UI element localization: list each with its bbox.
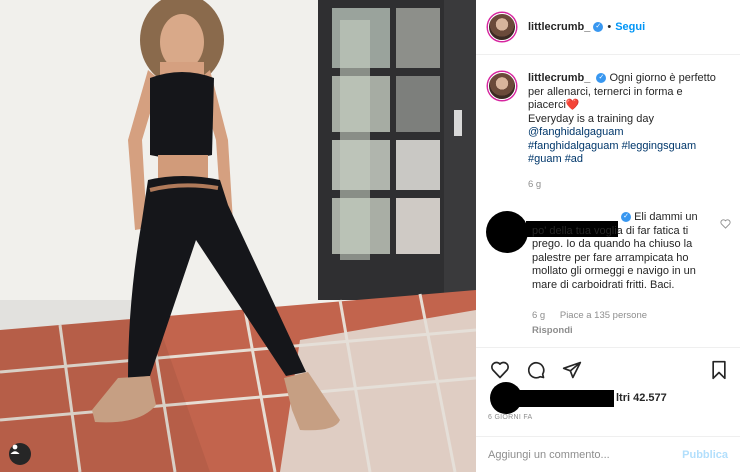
comment-likes[interactable]: Piace a 135 persone <box>560 310 647 321</box>
verified-badge-icon: ✓ <box>596 73 607 84</box>
comments-section: littlecrumb_ ✓ Ogni giorno è perfetto pe… <box>476 56 740 347</box>
reply-button[interactable]: Rispondi <box>532 323 647 338</box>
user-icon <box>10 444 20 454</box>
post-sidebar: littlecrumb_ ✓ • Segui littlecrumb_ ✓ Og… <box>476 0 740 472</box>
caption-time: 6 g <box>528 178 542 190</box>
caption-mention[interactable]: @fanghidalgaguam <box>528 126 624 138</box>
share-icon[interactable] <box>562 360 582 380</box>
redacted-avatar <box>486 211 528 253</box>
comment-meta: 6 g Piace a 135 persone Rispondi <box>532 308 659 338</box>
comment-item: ✓ Eli dammi un po' della tua voglia di f… <box>486 211 731 347</box>
comment-text-wrapper: ✓ Eli dammi un po' della tua voglia di f… <box>532 211 714 292</box>
comment-input[interactable] <box>488 448 683 461</box>
comment-like-heart-icon[interactable] <box>720 219 731 229</box>
post-header: littlecrumb_ ✓ • Segui <box>476 0 740 55</box>
comment-icon[interactable] <box>526 360 546 380</box>
comment-text: Eli dammi un po' della tua voglia di far… <box>532 211 698 291</box>
save-bookmark-icon[interactable] <box>710 360 728 380</box>
caption-username[interactable]: littlecrumb_ <box>528 72 590 84</box>
comment-time: 6 g <box>532 310 546 321</box>
follow-button[interactable]: Segui <box>615 21 645 33</box>
redacted-liker-name <box>506 390 614 407</box>
post-image <box>0 0 476 472</box>
heart-emoji: ❤️ <box>565 99 580 111</box>
publish-button[interactable]: Pubblica <box>682 449 728 461</box>
caption: littlecrumb_ ✓ Ogni giorno è perfetto pe… <box>488 72 728 191</box>
avatar[interactable] <box>488 13 516 41</box>
comment-composer: Pubblica <box>476 436 740 472</box>
tagged-users-button[interactable] <box>9 443 31 465</box>
header-separator: • <box>607 21 612 33</box>
header-username[interactable]: littlecrumb_ <box>528 21 590 33</box>
caption-hashtags[interactable]: #fanghidalgaguam #leggingsguam #guam #ad <box>528 140 696 166</box>
post-photo[interactable] <box>0 0 476 472</box>
post-actions: ltri 42.577 6 GIORNI FA <box>476 347 740 442</box>
verified-badge-icon: ✓ <box>593 22 604 32</box>
caption-text-english: Everyday is a training day <box>528 112 654 125</box>
caption-avatar[interactable] <box>488 72 516 100</box>
post-date[interactable]: 6 GIORNI FA <box>488 414 533 421</box>
like-heart-icon[interactable] <box>490 360 510 380</box>
likes-count[interactable]: ltri 42.577 <box>616 392 667 404</box>
verified-badge-icon: ✓ <box>621 212 631 223</box>
